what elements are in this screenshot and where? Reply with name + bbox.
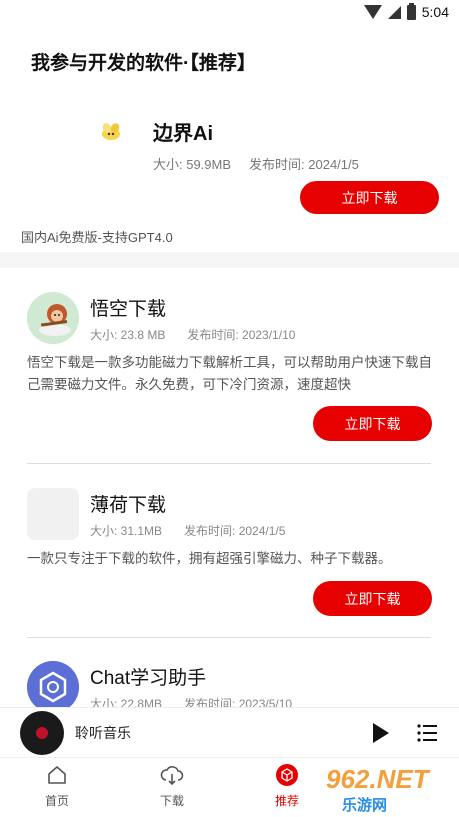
- featured-card: 我参与开发的软件·【推荐】 边界Ai 大小: 59.9MB 发布时间: 2024…: [0, 26, 459, 252]
- wifi-icon: [363, 5, 382, 19]
- featured-app-date: 发布时间: 2024/1/5: [249, 157, 359, 172]
- app-name[interactable]: Chat学习助手: [90, 663, 206, 690]
- player-title[interactable]: 聆听音乐: [75, 723, 131, 743]
- tab-recommend[interactable]: 推荐: [257, 764, 317, 809]
- status-time: 5:04: [421, 4, 449, 20]
- status-bar: 5:04: [0, 0, 459, 26]
- status-icons: 5:04: [363, 2, 449, 20]
- featured-download-button[interactable]: 立即下载: [300, 181, 439, 214]
- app-description: 一款只专注于下载的软件，拥有超强引擎磁力、种子下载器。: [27, 551, 392, 566]
- mint-app-icon[interactable]: [27, 488, 79, 540]
- featured-app-name[interactable]: 边界Ai: [153, 117, 213, 146]
- tab-label: 首页: [44, 794, 69, 808]
- divider: [27, 637, 431, 638]
- cube-icon: [276, 764, 298, 786]
- battery-icon: [406, 2, 416, 20]
- playlist-icon[interactable]: [417, 724, 437, 742]
- page-title: 我参与开发的软件·【推荐】: [31, 53, 256, 74]
- play-icon[interactable]: [373, 723, 389, 743]
- download-button[interactable]: 立即下载: [313, 581, 432, 616]
- tab-home[interactable]: 首页: [27, 764, 87, 809]
- wukong-app-icon[interactable]: [27, 292, 79, 344]
- tab-label: 下载: [159, 794, 184, 808]
- vinyl-disc-icon[interactable]: [20, 711, 64, 755]
- app-meta: 大小: 23.8 MB 发布时间: 2023/1/10: [90, 326, 295, 343]
- watermark-subtext: 乐游网: [342, 797, 388, 814]
- app-name[interactable]: 悟空下载: [90, 294, 166, 321]
- watermark-text: 962.NET: [326, 764, 429, 794]
- cloud-download-icon: [160, 766, 184, 786]
- app-meta: 大小: 31.1MB 发布时间: 2024/1/5: [90, 522, 285, 539]
- app-name[interactable]: 薄荷下载: [90, 490, 166, 517]
- tab-download[interactable]: 下载: [142, 764, 202, 809]
- chat-app-icon[interactable]: [27, 661, 79, 708]
- divider: [27, 463, 431, 464]
- app-description: 悟空下载是一款多功能磁力下载解析工具，可以帮助用户快速下载自己需要磁力文件。永久…: [27, 355, 432, 392]
- signal-icon: [387, 5, 401, 19]
- featured-app-meta: 大小: 59.9MB 发布时间: 2024/1/5: [153, 154, 359, 173]
- app-size: 大小: 31.1MB: [90, 524, 163, 538]
- app-list: 悟空下载 大小: 23.8 MB 发布时间: 2023/1/10 悟空下载是一款…: [0, 268, 459, 708]
- tab-label: 推荐: [274, 794, 299, 808]
- download-button[interactable]: 立即下载: [313, 406, 432, 441]
- featured-app-size: 大小: 59.9MB: [153, 157, 232, 172]
- watermark-logo: 962.NET 乐游网: [314, 758, 459, 817]
- music-player-bar[interactable]: 聆听音乐: [0, 707, 459, 757]
- app-date: 发布时间: 2024/1/5: [184, 524, 286, 538]
- app-size: 大小: 23.8 MB: [90, 328, 166, 342]
- app-date: 发布时间: 2023/1/10: [187, 328, 296, 342]
- featured-app-icon[interactable]: [98, 119, 124, 145]
- home-icon: [48, 766, 66, 784]
- featured-app-description: 国内Ai免费版-支持GPT4.0: [21, 230, 173, 245]
